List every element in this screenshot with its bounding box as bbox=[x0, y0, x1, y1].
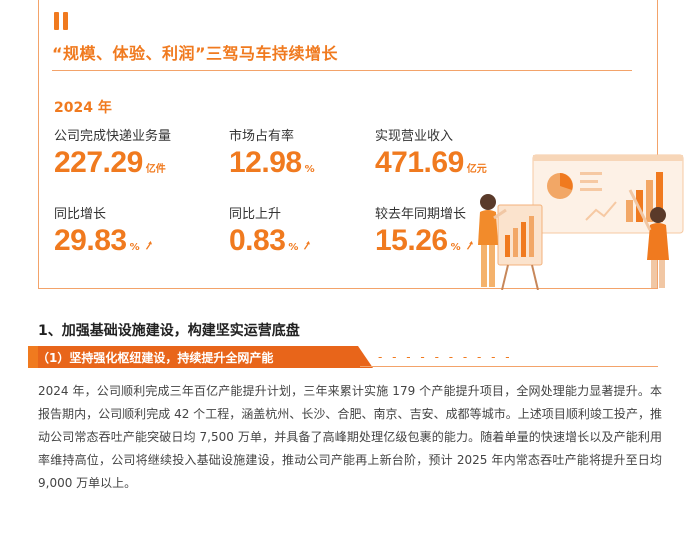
year-label: 2024 年 bbox=[54, 100, 112, 116]
business-growth-illustration bbox=[478, 154, 684, 290]
stat-value: 29.83 bbox=[54, 224, 127, 257]
stat-unit: % bbox=[129, 242, 140, 253]
body-paragraph: 2024 年，公司顺利完成三年百亿产能提升计划，三年来累计实施 179 个产能提… bbox=[38, 384, 662, 490]
stat-revenue: 实现营业收入 471.69 亿元 bbox=[375, 125, 487, 180]
stat-express-volume: 公司完成快递业务量 227.29 亿件 bbox=[54, 125, 171, 180]
card-decoration-bars bbox=[54, 12, 72, 34]
up-arrow-icon bbox=[304, 241, 311, 250]
card-divider bbox=[52, 70, 632, 71]
section-title: 1、加强基础设施建设，构建坚实运营底盘 bbox=[38, 323, 300, 339]
stat-share-growth: 同比上升 0.83% bbox=[229, 203, 311, 258]
up-arrow-icon bbox=[145, 241, 152, 250]
stat-unit: 亿件 bbox=[145, 164, 166, 175]
up-arrow-icon bbox=[466, 241, 473, 250]
stat-label: 公司完成快递业务量 bbox=[54, 129, 172, 144]
stat-value: 12.98 bbox=[229, 146, 302, 179]
stat-value: 15.26 bbox=[375, 224, 448, 257]
decorative-dashes: - - - - - - - - - - bbox=[378, 350, 513, 364]
card-title: “规模、体验、利润”三驾马车持续增长 bbox=[52, 44, 339, 63]
stat-label: 实现营业收入 bbox=[375, 129, 454, 144]
stat-label: 同比上升 bbox=[229, 207, 282, 222]
stat-unit: % bbox=[288, 242, 299, 253]
stat-value: 471.69 bbox=[375, 146, 464, 179]
stat-label: 同比增长 bbox=[54, 207, 107, 222]
stat-volume-growth: 同比增长 29.83% bbox=[54, 203, 153, 258]
subsection-title: （1）坚持强化枢纽建设，持续提升全网产能 bbox=[37, 351, 274, 365]
stat-label: 较去年同期增长 bbox=[375, 207, 467, 222]
stat-revenue-growth: 较去年同期增长 15.26% bbox=[375, 203, 474, 258]
stat-unit: % bbox=[304, 164, 315, 175]
subsection-rule bbox=[360, 366, 658, 367]
stat-value: 0.83 bbox=[229, 224, 286, 257]
stat-unit: % bbox=[450, 242, 461, 253]
stat-market-share: 市场占有率 12.98% bbox=[229, 125, 315, 180]
stat-value: 227.29 bbox=[54, 146, 143, 179]
stat-label: 市场占有率 bbox=[229, 129, 295, 144]
